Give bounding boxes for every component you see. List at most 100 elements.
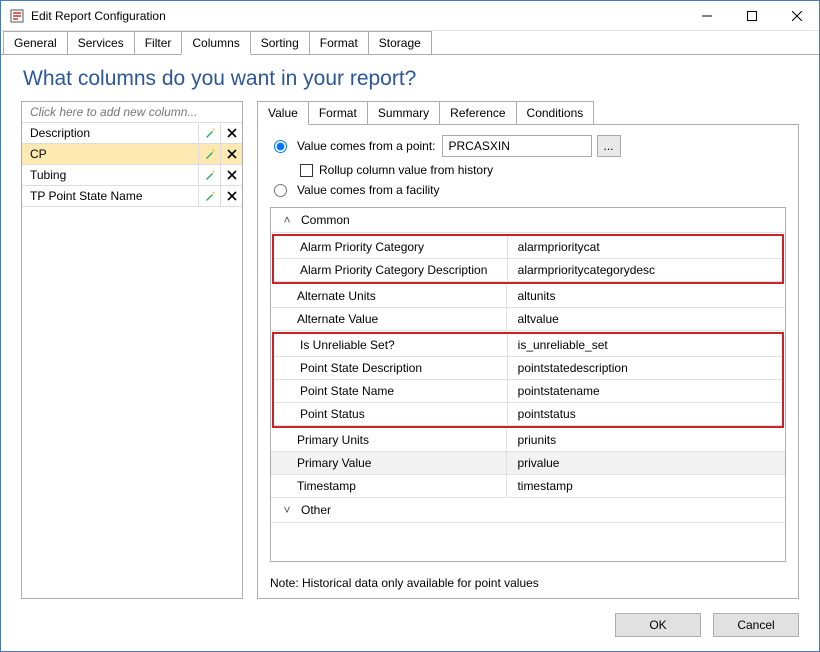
value-from-facility-radio[interactable]: [274, 184, 287, 197]
page-heading: What columns do you want in your report?: [1, 55, 819, 101]
group-header-other[interactable]: ˅ Other: [271, 498, 785, 523]
tab-storage[interactable]: Storage: [368, 31, 432, 54]
attribute-value: pointstatedescription: [508, 357, 782, 379]
subtab-value[interactable]: Value: [257, 101, 309, 125]
attribute-value: privalue: [507, 452, 785, 474]
group-label: Common: [301, 213, 350, 227]
attribute-row[interactable]: Timestamptimestamp: [271, 475, 785, 498]
tab-format[interactable]: Format: [309, 31, 369, 54]
attribute-row[interactable]: Point State Namepointstatename: [274, 380, 782, 403]
value-from-point-label: Value comes from a point:: [297, 139, 436, 153]
column-name: Tubing: [22, 165, 198, 185]
group-header-common[interactable]: ˄ Common: [271, 208, 785, 233]
value-from-facility-label: Value comes from a facility: [297, 183, 440, 197]
delete-column-icon[interactable]: [220, 165, 242, 185]
body: Click here to add new column... Descript…: [1, 101, 819, 599]
attribute-row[interactable]: Primary Unitspriunits: [271, 429, 785, 452]
attribute-label: Point Status: [274, 403, 508, 425]
rollup-row: Rollup column value from history: [300, 163, 786, 177]
subtab-conditions[interactable]: Conditions: [516, 101, 595, 124]
attribute-value: priunits: [507, 429, 785, 451]
tab-filter[interactable]: Filter: [134, 31, 183, 54]
cancel-button[interactable]: Cancel: [713, 613, 799, 637]
attribute-value: alarmprioritycat: [508, 236, 782, 258]
window-title: Edit Report Configuration: [31, 9, 684, 23]
window: Edit Report Configuration GeneralService…: [0, 0, 820, 652]
attribute-label: Primary Value: [271, 452, 507, 474]
note-text: Note: Historical data only available for…: [270, 576, 786, 590]
value-from-point-radio[interactable]: [274, 140, 287, 153]
highlight-group: Alarm Priority CategoryalarmprioritycatA…: [272, 234, 784, 284]
rollup-checkbox[interactable]: [300, 164, 313, 177]
attribute-label: Alarm Priority Category Description: [274, 259, 508, 281]
attribute-row[interactable]: Alternate Valuealtvalue: [271, 308, 785, 331]
attribute-value: pointstatus: [508, 403, 782, 425]
attribute-row[interactable]: Point Statuspointstatus: [274, 403, 782, 426]
attribute-value: altunits: [507, 285, 785, 307]
edit-column-icon[interactable]: [198, 123, 220, 143]
attribute-table[interactable]: ˄ Common Alarm Priority Categoryalarmprior…: [270, 207, 786, 562]
column-name: Description: [22, 123, 198, 143]
delete-column-icon[interactable]: [220, 123, 242, 143]
attribute-row[interactable]: Is Unreliable Set?is_unreliable_set: [274, 334, 782, 357]
attribute-row[interactable]: Alarm Priority Categoryalarmprioritycat: [274, 236, 782, 259]
attribute-label: Timestamp: [271, 475, 507, 497]
edit-column-icon[interactable]: [198, 186, 220, 206]
value-tab-content: Value comes from a point: PRCASXIN ... R…: [257, 124, 799, 599]
column-name: TP Point State Name: [22, 186, 198, 206]
attribute-label: Alternate Value: [271, 308, 507, 330]
sub-tabstrip: ValueFormatSummaryReferenceConditions: [257, 101, 799, 124]
attribute-label: Alarm Priority Category: [274, 236, 508, 258]
attribute-row[interactable]: Primary Valueprivalue: [271, 452, 785, 475]
window-buttons: [684, 1, 819, 31]
edit-column-icon[interactable]: [198, 165, 220, 185]
dialog-footer: OK Cancel: [1, 599, 819, 651]
column-detail-panel: ValueFormatSummaryReferenceConditions Va…: [257, 101, 799, 599]
subtab-reference[interactable]: Reference: [439, 101, 516, 124]
columns-panel: Click here to add new column... Descript…: [21, 101, 243, 599]
add-column-placeholder[interactable]: Click here to add new column...: [22, 102, 242, 123]
column-row[interactable]: Description: [22, 123, 242, 144]
column-name: CP: [22, 144, 198, 164]
tab-general[interactable]: General: [3, 31, 68, 54]
maximize-button[interactable]: [729, 1, 774, 31]
tab-columns[interactable]: Columns: [181, 31, 250, 55]
chevron-up-icon: ˄: [281, 213, 293, 227]
app-icon: [9, 8, 25, 24]
column-row[interactable]: TP Point State Name: [22, 186, 242, 207]
point-name-input[interactable]: PRCASXIN: [442, 135, 592, 157]
column-row[interactable]: Tubing: [22, 165, 242, 186]
tab-services[interactable]: Services: [67, 31, 135, 54]
attribute-row[interactable]: Point State Descriptionpointstatedescrip…: [274, 357, 782, 380]
column-row[interactable]: CP: [22, 144, 242, 165]
attribute-row[interactable]: Alternate Unitsaltunits: [271, 285, 785, 308]
delete-column-icon[interactable]: [220, 144, 242, 164]
subtab-format[interactable]: Format: [308, 101, 368, 124]
delete-column-icon[interactable]: [220, 186, 242, 206]
attribute-value: alarmprioritycategorydesc: [508, 259, 782, 281]
attribute-label: Alternate Units: [271, 285, 507, 307]
attribute-value: altvalue: [507, 308, 785, 330]
subtab-summary[interactable]: Summary: [367, 101, 440, 124]
main-tabstrip: GeneralServicesFilterColumnsSortingForma…: [1, 31, 819, 55]
attribute-value: pointstatename: [508, 380, 782, 402]
attribute-label: Primary Units: [271, 429, 507, 451]
attribute-label: Point State Description: [274, 357, 508, 379]
titlebar: Edit Report Configuration: [1, 1, 819, 31]
close-button[interactable]: [774, 1, 819, 31]
value-from-facility-row: Value comes from a facility: [274, 183, 786, 197]
attribute-value: timestamp: [507, 475, 785, 497]
attribute-label: Point State Name: [274, 380, 508, 402]
ok-button[interactable]: OK: [615, 613, 701, 637]
attribute-value: is_unreliable_set: [508, 334, 782, 356]
attribute-label: Is Unreliable Set?: [274, 334, 508, 356]
browse-point-button[interactable]: ...: [597, 135, 621, 157]
minimize-button[interactable]: [684, 1, 729, 31]
tab-sorting[interactable]: Sorting: [250, 31, 310, 54]
edit-column-icon[interactable]: [198, 144, 220, 164]
chevron-down-icon: ˅: [281, 503, 293, 517]
value-from-point-row: Value comes from a point: PRCASXIN ...: [274, 135, 786, 157]
attribute-row[interactable]: Alarm Priority Category Descriptionalarm…: [274, 259, 782, 282]
rollup-label: Rollup column value from history: [319, 163, 493, 177]
group-label: Other: [301, 503, 331, 517]
